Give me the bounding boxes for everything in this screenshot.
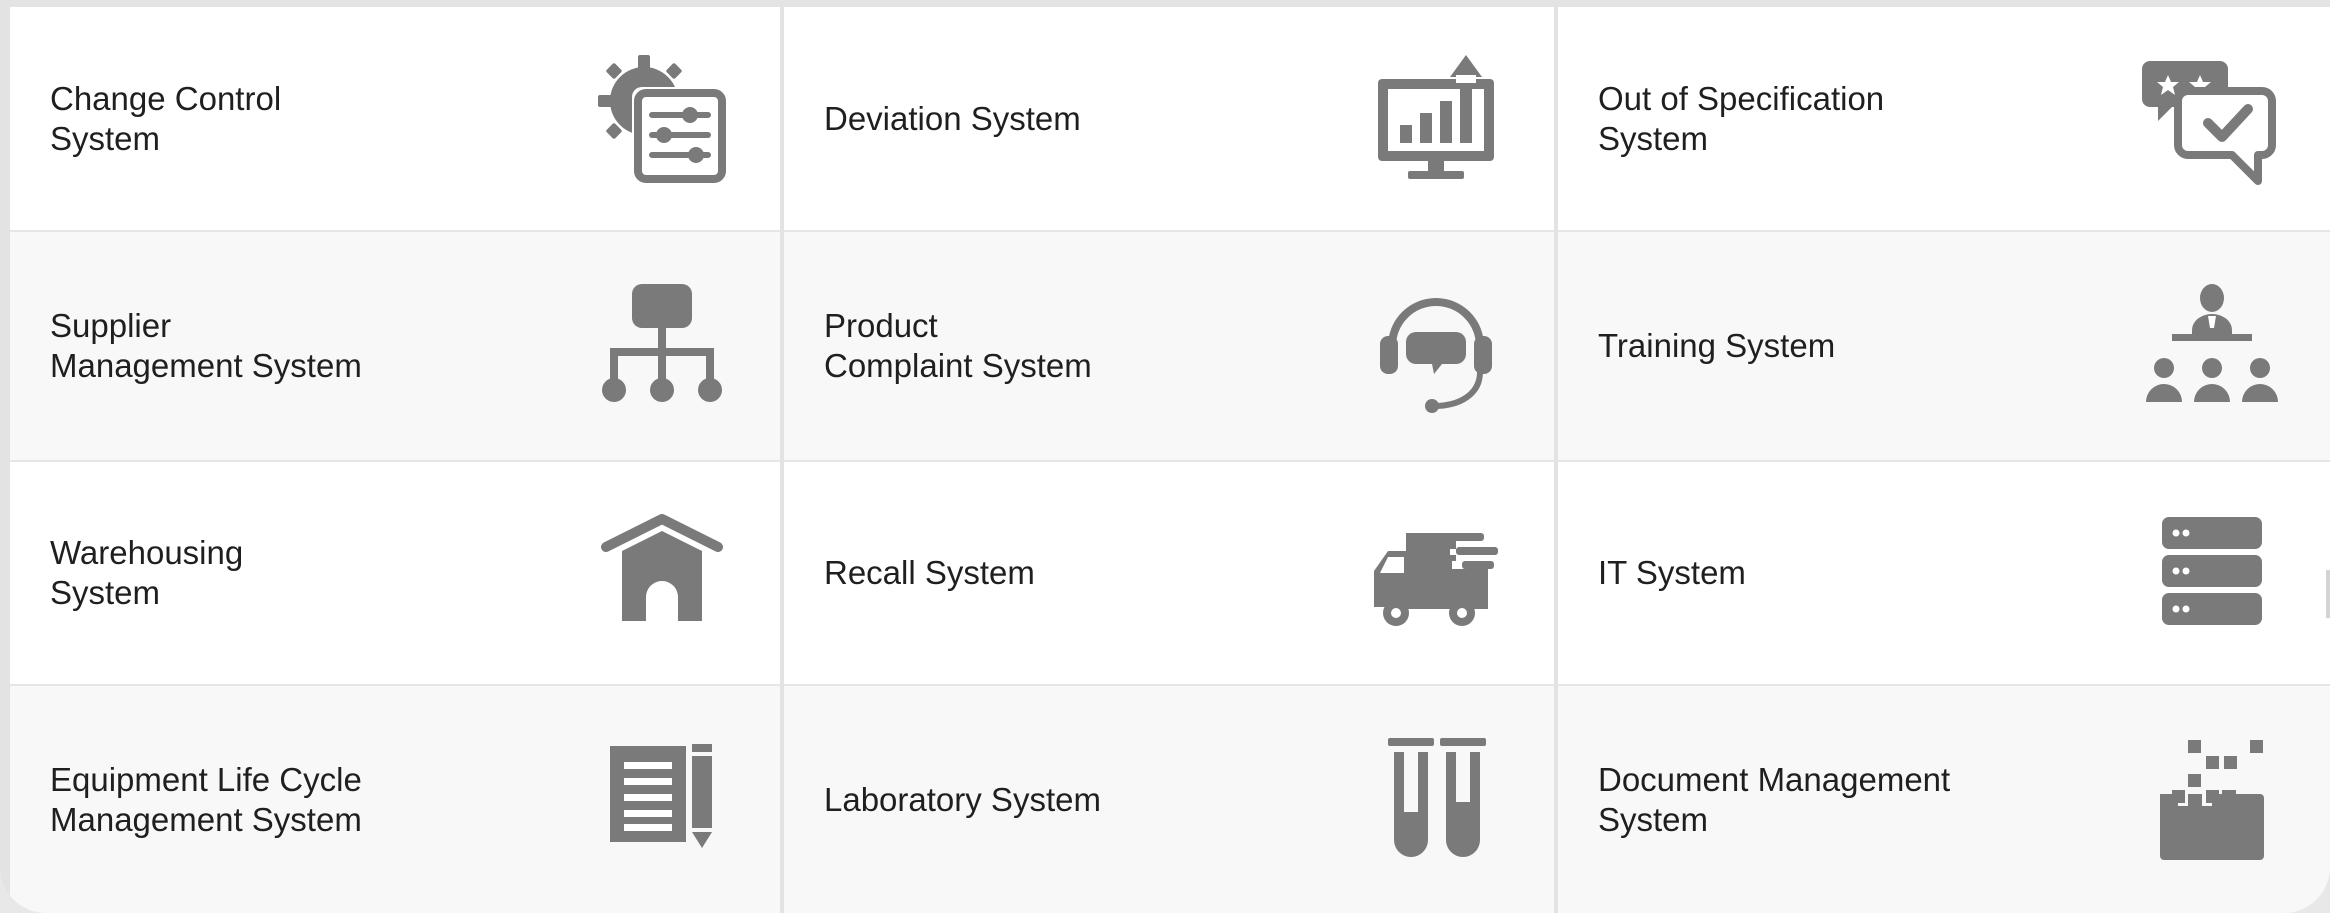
tile-label: Recall System [824,554,1035,591]
headset-icon [1366,276,1506,416]
tile-label: Supplier Management System [50,307,362,384]
tile-label: Warehousing System [50,534,244,611]
tile-product-complaint[interactable]: Product Complaint System [784,232,1554,462]
systems-panel: Change Control System Deviation System O… [0,0,2330,913]
tile-training[interactable]: Training System [1558,232,2330,462]
org-chart-icon [592,276,732,416]
review-chat-icon [2142,49,2282,189]
tile-warehousing[interactable]: Warehousing System [10,462,780,686]
tile-laboratory[interactable]: Laboratory System [784,686,1554,913]
tile-label: Change Control System [50,79,282,157]
tile-change-control[interactable]: Change Control System [10,7,780,232]
tile-label: Out of Specification System [1598,79,1885,157]
test-tubes-icon [1366,730,1506,870]
systems-grid: Change Control System Deviation System O… [10,7,2330,913]
tile-supplier-management[interactable]: Supplier Management System [10,232,780,462]
tile-equipment-life-cycle[interactable]: Equipment Life Cycle Management System [10,686,780,913]
tile-label: Product Complaint System [824,307,1092,384]
server-stack-icon [2142,503,2282,643]
tile-it[interactable]: IT System [1558,462,2330,686]
tile-recall[interactable]: Recall System [784,462,1554,686]
monitor-chart-icon [1366,49,1506,189]
tile-label: Laboratory System [824,780,1101,818]
tile-label: IT System [1598,554,1746,591]
tile-document-management[interactable]: Document Management System [1558,686,2330,913]
tile-label: Document Management System [1598,760,1951,838]
tile-label: Deviation System [824,99,1081,137]
tile-label: Training System [1598,327,1836,364]
tile-out-of-specification[interactable]: Out of Specification System [1558,7,2330,232]
document-pencil-icon [592,730,732,870]
tile-label: Equipment Life Cycle Management System [50,760,362,838]
presenter-audience-icon [2142,276,2282,416]
tile-deviation[interactable]: Deviation System [784,7,1554,232]
delivery-truck-icon [1366,503,1506,643]
folder-blocks-icon [2142,730,2282,870]
gear-settings-icon [592,49,732,189]
scrollbar-edge[interactable] [2326,570,2330,618]
warehouse-icon [592,503,732,643]
